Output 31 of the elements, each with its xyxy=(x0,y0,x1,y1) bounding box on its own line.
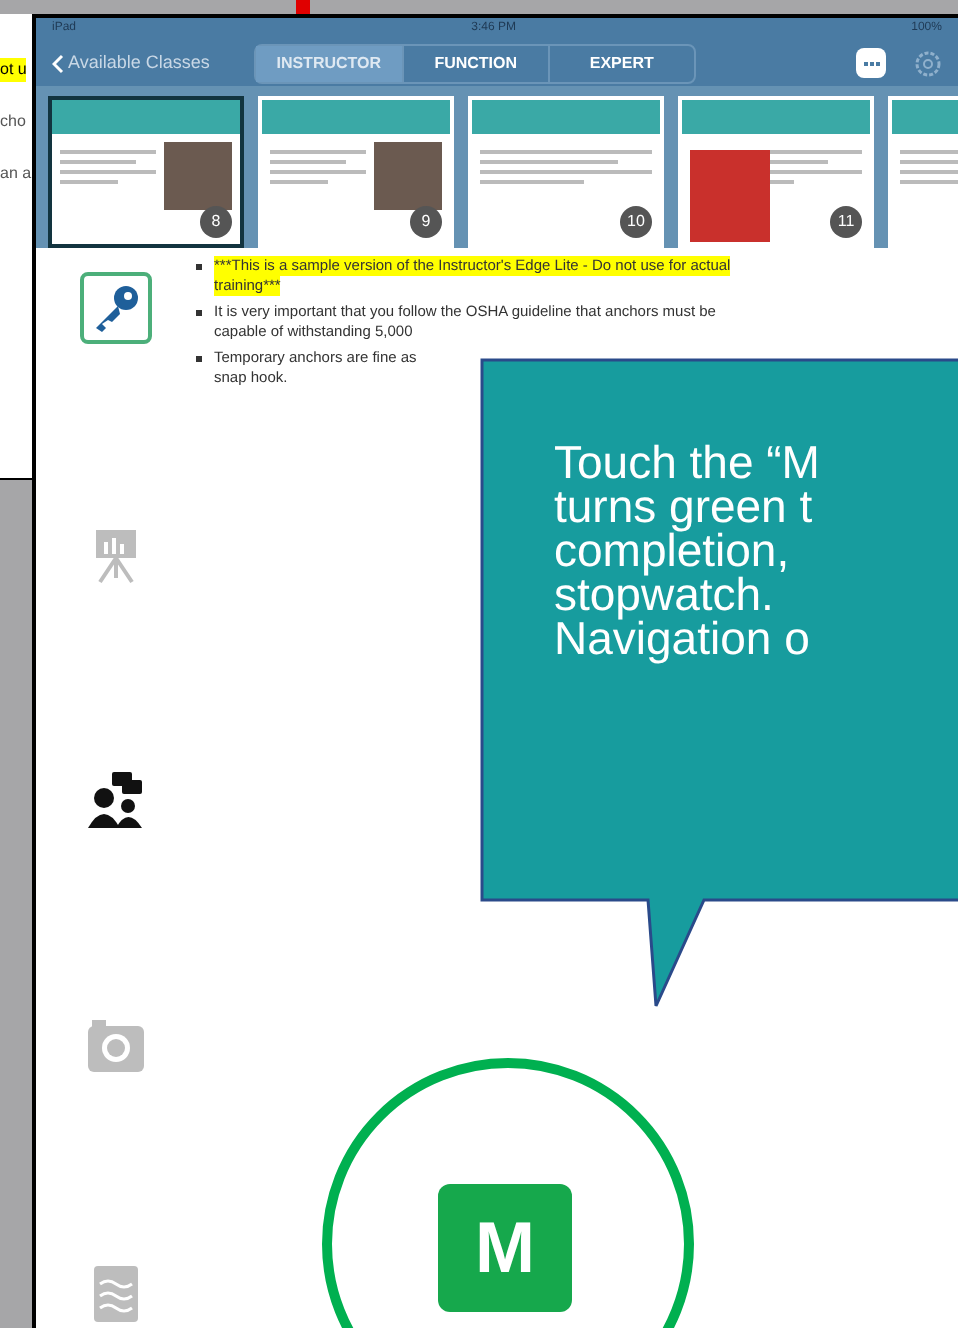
more-button[interactable] xyxy=(856,48,886,79)
bullet-icon xyxy=(196,356,202,362)
people-icon xyxy=(88,770,144,830)
slide-number: 11 xyxy=(830,206,862,239)
window-text: an a xyxy=(0,162,32,186)
bullet-icon xyxy=(196,264,202,270)
slide-thumbnail[interactable]: 10 xyxy=(468,96,664,248)
back-button[interactable]: Available Classes xyxy=(52,50,210,78)
segment-tab[interactable]: EXPERT xyxy=(547,45,694,82)
chart-picture xyxy=(690,150,770,243)
sidebar-button[interactable] xyxy=(80,272,152,344)
slide-thumbnail[interactable]: 9 xyxy=(258,96,454,248)
photo-placeholder xyxy=(374,142,442,211)
m-button[interactable]: M xyxy=(438,1184,572,1312)
window-corner-marker xyxy=(296,0,310,14)
callout-text: Touch the “M turns green t completion, stopwatch. Navigation o xyxy=(554,440,820,660)
photo-placeholder xyxy=(164,142,232,211)
slide-number: 9 xyxy=(410,206,442,239)
camera-icon xyxy=(86,1018,146,1074)
slide-thumbnail[interactable]: 8 xyxy=(48,96,244,248)
slide-number: 8 xyxy=(200,206,232,239)
segment-tab[interactable]: FUNCTION xyxy=(401,45,548,82)
chevron-left-icon xyxy=(52,53,64,74)
window-text: ot u xyxy=(0,58,27,82)
window-text: cho xyxy=(0,110,26,134)
segment-tab[interactable]: INSTRUCTOR xyxy=(255,45,402,82)
bullet-icon xyxy=(196,310,202,316)
slide-number: 10 xyxy=(620,206,652,239)
easel-icon xyxy=(92,524,140,584)
settings-icon[interactable] xyxy=(914,49,942,78)
slide-thumbnail[interactable]: 11 xyxy=(678,96,874,248)
